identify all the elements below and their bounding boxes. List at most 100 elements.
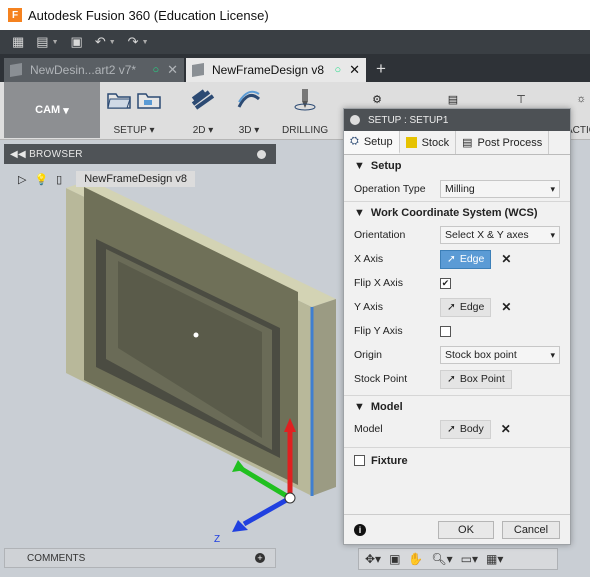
zoom-icon[interactable]: 🔍︎▾ <box>431 552 452 566</box>
operation-type-row: Operation Type Milling <box>344 177 570 201</box>
model-row: Model ➚ Body ✕ <box>344 417 570 441</box>
new-setup-icon[interactable] <box>136 86 162 112</box>
setup-dialog: SETUP : SETUP1 ⛭ Setup Stock ▤ Post Proces… <box>343 108 571 545</box>
setup-folder-icon[interactable] <box>106 86 132 112</box>
wcs-section[interactable]: ▼ Work Coordinate System (WCS) <box>344 201 570 223</box>
clear-y-axis-icon[interactable]: ✕ <box>501 300 511 314</box>
fixture-section[interactable]: Fixture <box>344 447 570 473</box>
look-at-icon[interactable]: ▣ <box>389 552 400 566</box>
minimize-browser-icon[interactable] <box>257 149 266 159</box>
pan-hand-icon[interactable]: ✋ <box>408 552 423 566</box>
flip-y-checkbox[interactable] <box>440 325 451 337</box>
dialog-tabs: ⛭ Setup Stock ▤ Post Process <box>344 131 570 155</box>
2d-group[interactable]: 2D ▾ <box>190 86 216 136</box>
data-panel-grid-icon[interactable]: ▦ <box>12 34 24 50</box>
redo-icon[interactable]: ↷ ▼ <box>128 34 149 50</box>
3d-group[interactable]: 3D ▾ <box>236 86 262 136</box>
save-icon[interactable]: ▣ <box>71 34 83 50</box>
stock-cube-icon <box>405 137 417 148</box>
dialog-title: SETUP : SETUP1 <box>368 114 449 126</box>
setup-label: SETUP ▾ <box>113 125 155 136</box>
wcs-origin <box>284 492 296 504</box>
document-icon: ▯ <box>56 173 63 186</box>
collapse-browser-icon[interactable]: ◀◀ <box>10 149 29 160</box>
design-cube-icon <box>10 62 22 78</box>
3d-toolpath-icon[interactable] <box>236 86 262 112</box>
orbit-icon[interactable]: ✥▾ <box>365 552 381 566</box>
flip-x-row: Flip X Axis ✔ <box>354 277 451 289</box>
add-comment-icon[interactable]: + <box>255 553 265 563</box>
cancel-button[interactable]: Cancel <box>502 520 560 539</box>
y-axis-row: Y Axis ➚ Edge ✕ <box>344 295 570 319</box>
cursor-arrow-icon: ➚ <box>447 301 456 313</box>
design-cube-icon <box>192 62 204 78</box>
tab-post-process[interactable]: ▤ Post Process <box>456 131 550 154</box>
z-axis-label: Z <box>214 534 220 545</box>
stock-point-row: Stock Point ➚ Box Point <box>344 367 570 391</box>
cursor-arrow-icon: ➚ <box>447 373 456 385</box>
navigation-bar: ✥▾ ▣ ✋ 🔍︎▾ ▭▾ ▦▾ <box>358 548 558 570</box>
title-bar: F Autodesk Fusion 360 (Education License… <box>0 0 590 30</box>
browser-tree-root[interactable]: ▷ 💡 ▯ NewFrameDesign v8 <box>18 170 195 188</box>
operation-type-select[interactable]: Milling <box>440 180 560 198</box>
close-tab-icon[interactable]: ✕ <box>349 62 360 78</box>
orientation-select[interactable]: Select X & Y axes <box>440 226 560 244</box>
browser-title: BROWSER <box>29 148 83 160</box>
drill-icon[interactable] <box>292 86 318 112</box>
drilling-group[interactable]: DRILLING <box>282 86 328 136</box>
tab-newframedesign[interactable]: NewFrameDesign v8 ○ ✕ <box>186 58 366 82</box>
comments-panel[interactable]: COMMENTS + <box>4 548 276 568</box>
display-settings-icon[interactable]: ▭▾ <box>461 552 478 566</box>
model-selector[interactable]: ➚ Body <box>440 419 491 439</box>
post-process-icon: ▤ <box>462 137 473 149</box>
fusion-logo-icon: F <box>8 8 22 22</box>
setup-section[interactable]: ▼ Setup <box>344 155 570 177</box>
actions-icon[interactable]: ☼ <box>568 86 590 112</box>
clear-model-icon[interactable]: ✕ <box>501 422 511 436</box>
root-node-label[interactable]: NewFrameDesign v8 <box>76 171 195 187</box>
sync-status-icon: ○ <box>152 64 160 76</box>
tab-stock[interactable]: Stock <box>400 131 457 154</box>
tab-label: NewDesin...art2 v7* <box>30 63 137 77</box>
orientation-row: Orientation Select X & Y axes <box>344 223 570 247</box>
browser-panel-header[interactable]: ◀◀ BROWSER <box>4 144 276 164</box>
undo-icon[interactable]: ↶ ▼ <box>95 34 116 50</box>
stock-point-selector[interactable]: ➚ Box Point <box>440 369 512 389</box>
origin-select[interactable]: Stock box point <box>440 346 560 364</box>
3d-label: 3D ▾ <box>238 125 260 136</box>
2d-toolpath-icon[interactable] <box>190 86 216 112</box>
minimize-dialog-icon[interactable] <box>350 115 360 125</box>
ok-button[interactable]: OK <box>438 520 494 539</box>
clear-x-axis-icon[interactable]: ✕ <box>501 252 511 266</box>
collapse-arrow-icon: ▼ <box>354 206 365 219</box>
fixture-checkbox[interactable] <box>354 455 365 466</box>
y-axis-selector[interactable]: ➚ Edge <box>440 297 492 317</box>
info-icon[interactable]: i <box>354 523 366 536</box>
collapse-arrow-icon: ▼ <box>354 160 365 172</box>
setup-tab-icon: ⛭ <box>350 135 359 147</box>
y-axis-blue <box>242 495 292 527</box>
file-menu-icon[interactable]: ▤ ▼ <box>36 34 58 50</box>
quick-access-toolbar: ▦ ▤ ▼ ▣ ↶ ▼ ↷ ▼ <box>0 30 590 54</box>
x-axis-row: X Axis ➚ Edge ✕ <box>344 247 570 271</box>
workspace-switcher[interactable]: CAM ▾ <box>4 82 100 138</box>
new-tab-icon[interactable]: + <box>376 59 386 79</box>
grid-icon[interactable]: ▦▾ <box>486 552 503 566</box>
dialog-footer: i OK Cancel <box>344 514 570 544</box>
model-section[interactable]: ▼ Model <box>344 395 570 417</box>
flip-y-row: Flip Y Axis <box>344 319 570 343</box>
tab-label: NewFrameDesign v8 <box>212 63 325 77</box>
window-title: Autodesk Fusion 360 (Education License) <box>28 7 269 23</box>
setup-group[interactable]: SETUP ▾ <box>106 86 162 136</box>
x-axis-selector[interactable]: ➚ Edge <box>440 249 492 269</box>
close-tab-icon[interactable]: ✕ <box>167 62 178 78</box>
expand-arrow-icon[interactable]: ▷ <box>18 173 26 186</box>
flip-x-checkbox[interactable]: ✔ <box>440 277 451 289</box>
stock-side-face <box>312 299 336 496</box>
tab-newdesign-part2[interactable]: NewDesin...art2 v7* ○ ✕ <box>4 58 184 82</box>
2d-label: 2D ▾ <box>192 125 214 136</box>
origin-row: Origin Stock box point <box>344 343 570 367</box>
tab-setup[interactable]: ⛭ Setup <box>344 131 400 154</box>
lightbulb-visibility-icon[interactable]: 💡 <box>34 173 48 186</box>
dialog-header: SETUP : SETUP1 <box>344 109 570 131</box>
